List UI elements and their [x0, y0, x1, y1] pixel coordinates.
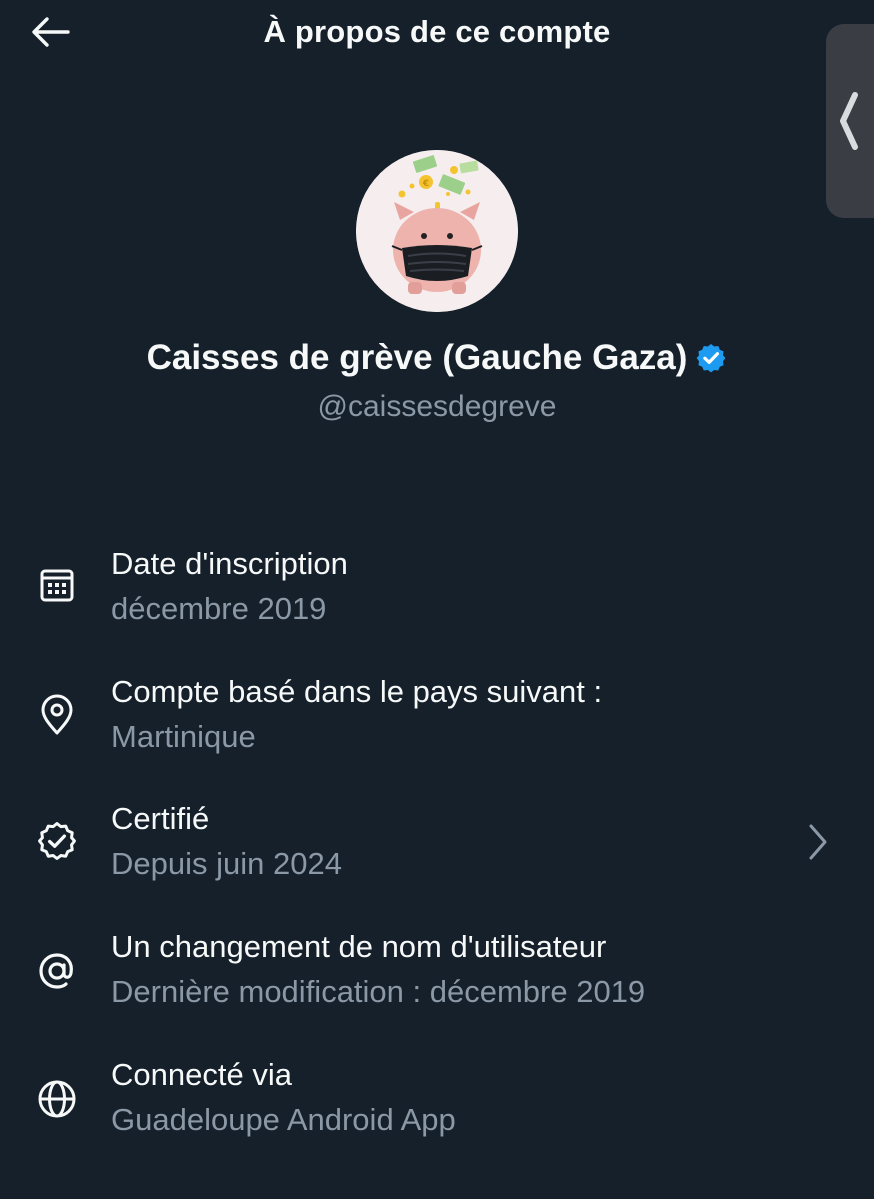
info-row-country: Compte basé dans le pays suivant : Marti… — [0, 668, 874, 768]
avatar[interactable]: € — [356, 150, 518, 312]
display-name-row: Caisses de grève (Gauche Gaza) — [0, 338, 874, 378]
info-value: Guadeloupe Android App — [111, 1102, 456, 1137]
display-name: Caisses de grève (Gauche Gaza) — [146, 338, 688, 377]
username-handle: @caissesdegreve — [317, 390, 557, 423]
page-title: À propos de ce compte — [263, 14, 611, 49]
info-row-connected-via: Connecté via Guadeloupe Android App — [0, 1053, 874, 1153]
at-sign-icon — [35, 949, 79, 993]
info-title: Connecté via — [111, 1057, 292, 1092]
info-row-verified[interactable]: Certifié Depuis juin 2024 — [0, 797, 874, 897]
info-row-username-change: Un changement de nom d'utilisateur Derni… — [0, 925, 874, 1025]
info-value: Depuis juin 2024 — [111, 846, 342, 881]
info-value: Martinique — [111, 719, 256, 754]
info-value: décembre 2019 — [111, 591, 327, 626]
chevron-right-icon[interactable] — [800, 820, 836, 864]
info-row-join-date: Date d'inscription décembre 2019 — [0, 540, 874, 640]
info-title: Un changement de nom d'utilisateur — [111, 929, 607, 964]
location-pin-icon — [35, 693, 79, 737]
verified-badge-icon — [697, 344, 726, 373]
chevron-left-icon — [840, 92, 858, 150]
svg-text:€: € — [422, 179, 429, 189]
verified-outline-icon — [35, 819, 79, 863]
side-panel-handle[interactable] — [826, 24, 874, 218]
info-title: Certifié — [111, 801, 210, 836]
top-bar: À propos de ce compte — [0, 0, 874, 64]
info-title: Compte basé dans le pays suivant : — [111, 674, 603, 709]
info-title: Date d'inscription — [111, 546, 348, 581]
globe-icon — [35, 1077, 79, 1121]
calendar-icon — [35, 563, 79, 607]
piggy-bank-mask-avatar: € — [356, 150, 518, 312]
info-value: Dernière modification : décembre 2019 — [111, 974, 646, 1009]
